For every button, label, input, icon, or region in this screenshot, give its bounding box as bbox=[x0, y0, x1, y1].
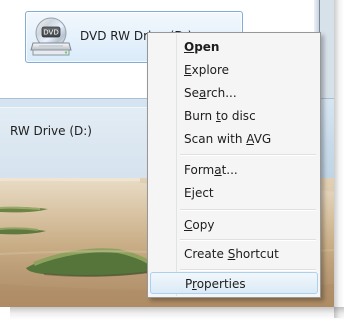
menu-item-copy[interactable]: Copy bbox=[150, 214, 318, 236]
menu-item-copy-label: Copy bbox=[184, 218, 215, 232]
details-inner-pane: RW Drive (D:) bbox=[0, 107, 162, 186]
menu-item-create-shortcut[interactable]: Create Shortcut bbox=[150, 243, 318, 265]
menu-item-properties-label: Properties bbox=[185, 277, 246, 291]
menu-item-eject-label: Eject bbox=[184, 186, 214, 200]
screenshot-bottom-shadow bbox=[10, 307, 344, 320]
menu-item-eject[interactable]: Eject bbox=[150, 182, 318, 204]
desktop-screenshot: DVD DVD RW Drive (D:) RW Drive (D:) Open… bbox=[0, 0, 334, 307]
menu-separator-4 bbox=[180, 269, 316, 271]
menu-item-explore-label: Explore bbox=[184, 63, 230, 77]
dvd-drive-icon: DVD bbox=[30, 17, 72, 56]
menu-item-scan-with-avg[interactable]: Scan with AVG bbox=[150, 128, 318, 150]
menu-item-format[interactable]: Format... bbox=[150, 159, 318, 181]
menu-item-burn-to-disc-label: Burn to disc bbox=[184, 109, 256, 123]
menu-separator-3 bbox=[180, 239, 316, 241]
menu-item-scan-with-avg-label: Scan with AVG bbox=[184, 132, 272, 146]
menu-item-search-label: Search... bbox=[184, 86, 237, 100]
menu-item-search[interactable]: Search... bbox=[150, 82, 318, 104]
dvd-icon-badge-text: DVD bbox=[43, 29, 58, 37]
screenshot-stage: DVD DVD RW Drive (D:) RW Drive (D:) Open… bbox=[0, 0, 346, 329]
menu-item-create-shortcut-label: Create Shortcut bbox=[184, 247, 279, 261]
menu-item-format-label: Format... bbox=[184, 163, 238, 177]
menu-item-properties[interactable]: Properties bbox=[150, 272, 318, 294]
menu-item-burn-to-disc[interactable]: Burn to disc bbox=[150, 105, 318, 127]
menu-separator-2 bbox=[180, 209, 316, 211]
menu-item-open-label: Open bbox=[184, 40, 220, 54]
details-drive-label: RW Drive (D:) bbox=[10, 124, 92, 138]
drive-context-menu: Open Explore Search... Burn to disc Scan… bbox=[147, 32, 321, 298]
menu-separator-1 bbox=[180, 154, 316, 156]
menu-item-explore[interactable]: Explore bbox=[150, 59, 318, 81]
menu-item-open[interactable]: Open bbox=[150, 36, 318, 58]
screenshot-right-shadow bbox=[334, 0, 344, 318]
